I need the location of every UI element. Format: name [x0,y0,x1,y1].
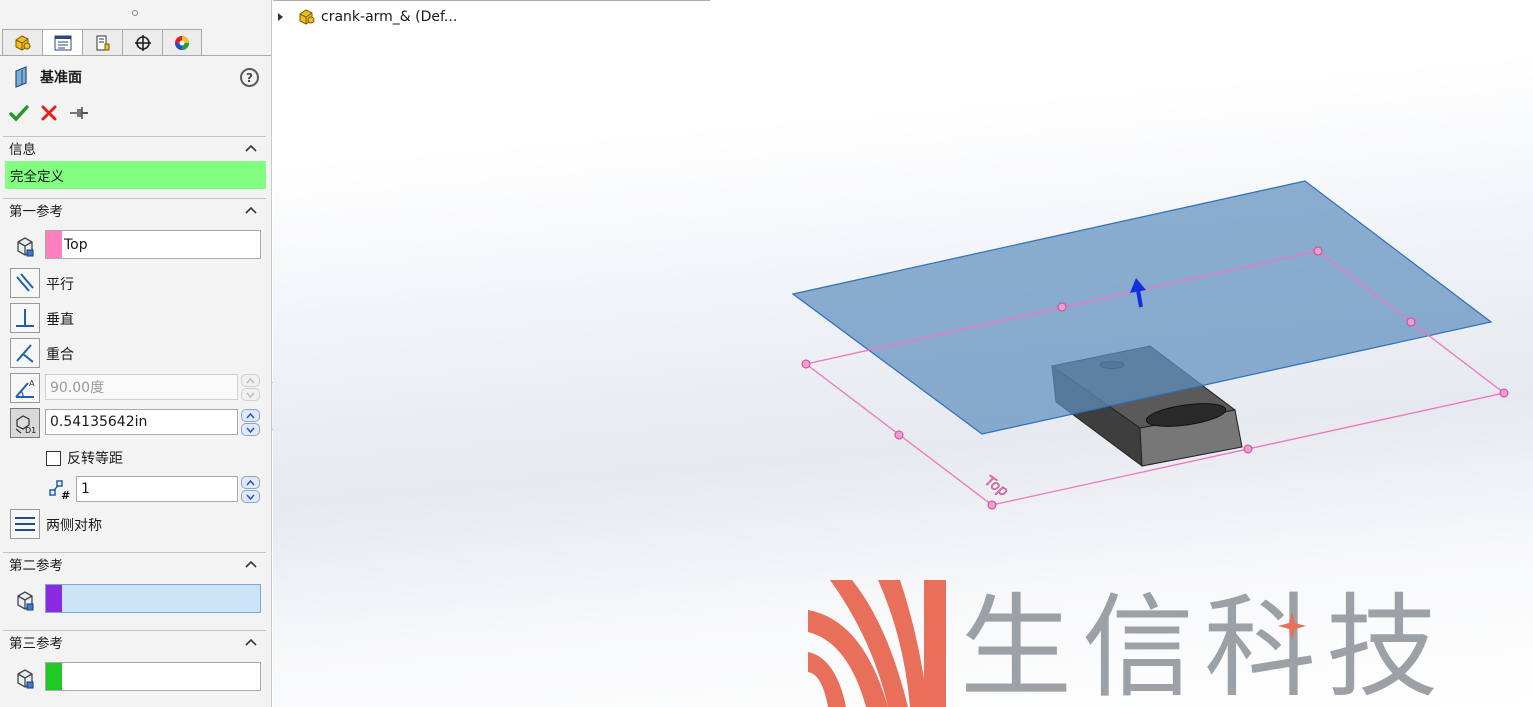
company-logo [808,580,946,707]
watermark-text: 生信科技 [960,583,1448,707]
plane-name-label: Top [982,473,1011,500]
sparkle-icon [1278,612,1306,640]
reference-plane-preview[interactable] [791,180,1493,435]
